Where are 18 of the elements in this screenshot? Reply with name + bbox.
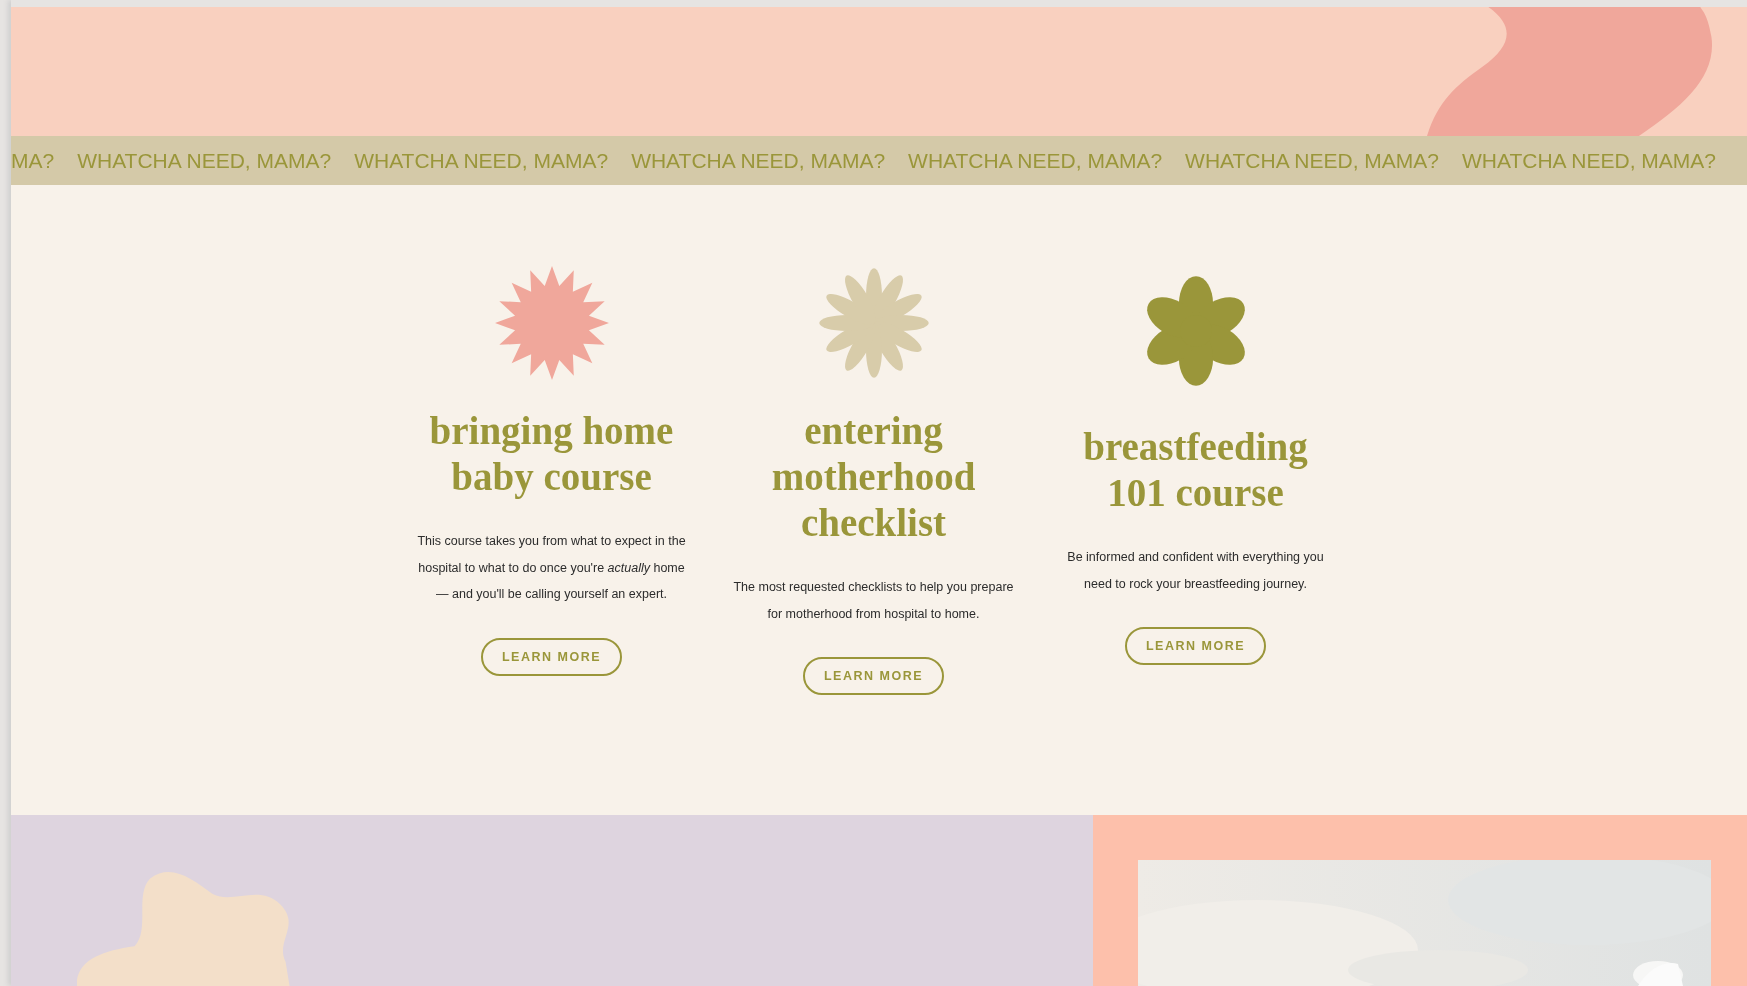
learn-more-button[interactable]: LEARN MORE [481,637,622,676]
marquee-text: WHATCHA NEED, MAMA? [354,148,609,173]
course-description: This course takes you from what to expect in the hospital to what to do once you're actually home — and you'll be calling yourself an expert. [416,533,687,603]
starburst-icon [494,266,609,380]
course-title: entering motherhood checklist [770,408,977,546]
course-description: The most requested checklists to help you prepare for motherhood from hospital to home. [732,579,1015,623]
marquee-text: WHATCHA NEED, MAMA? [631,148,886,173]
daisy-icon [816,266,931,380]
marquee-text: WHATCHA NEED, MAMA? [1462,148,1716,173]
learn-more-button[interactable]: LEARN MORE [803,657,944,695]
marquee-text: WHATCHA NEED, MAMA? [77,148,332,173]
marquee-text: WHATCHA NEED, MAMA? [1185,148,1440,173]
course-title: bringing home baby course [428,408,675,500]
learn-more-button[interactable]: LEARN MORE [1125,627,1266,665]
course-title: breastfeeding 101 course [1082,424,1309,516]
course-description: Be informed and confident with everything you need to rock your breastfeeding journey. [1066,549,1325,593]
marquee-text: WHATCHA NEED, MAMA? [908,148,1163,173]
marquee-text: MA? [11,148,55,173]
